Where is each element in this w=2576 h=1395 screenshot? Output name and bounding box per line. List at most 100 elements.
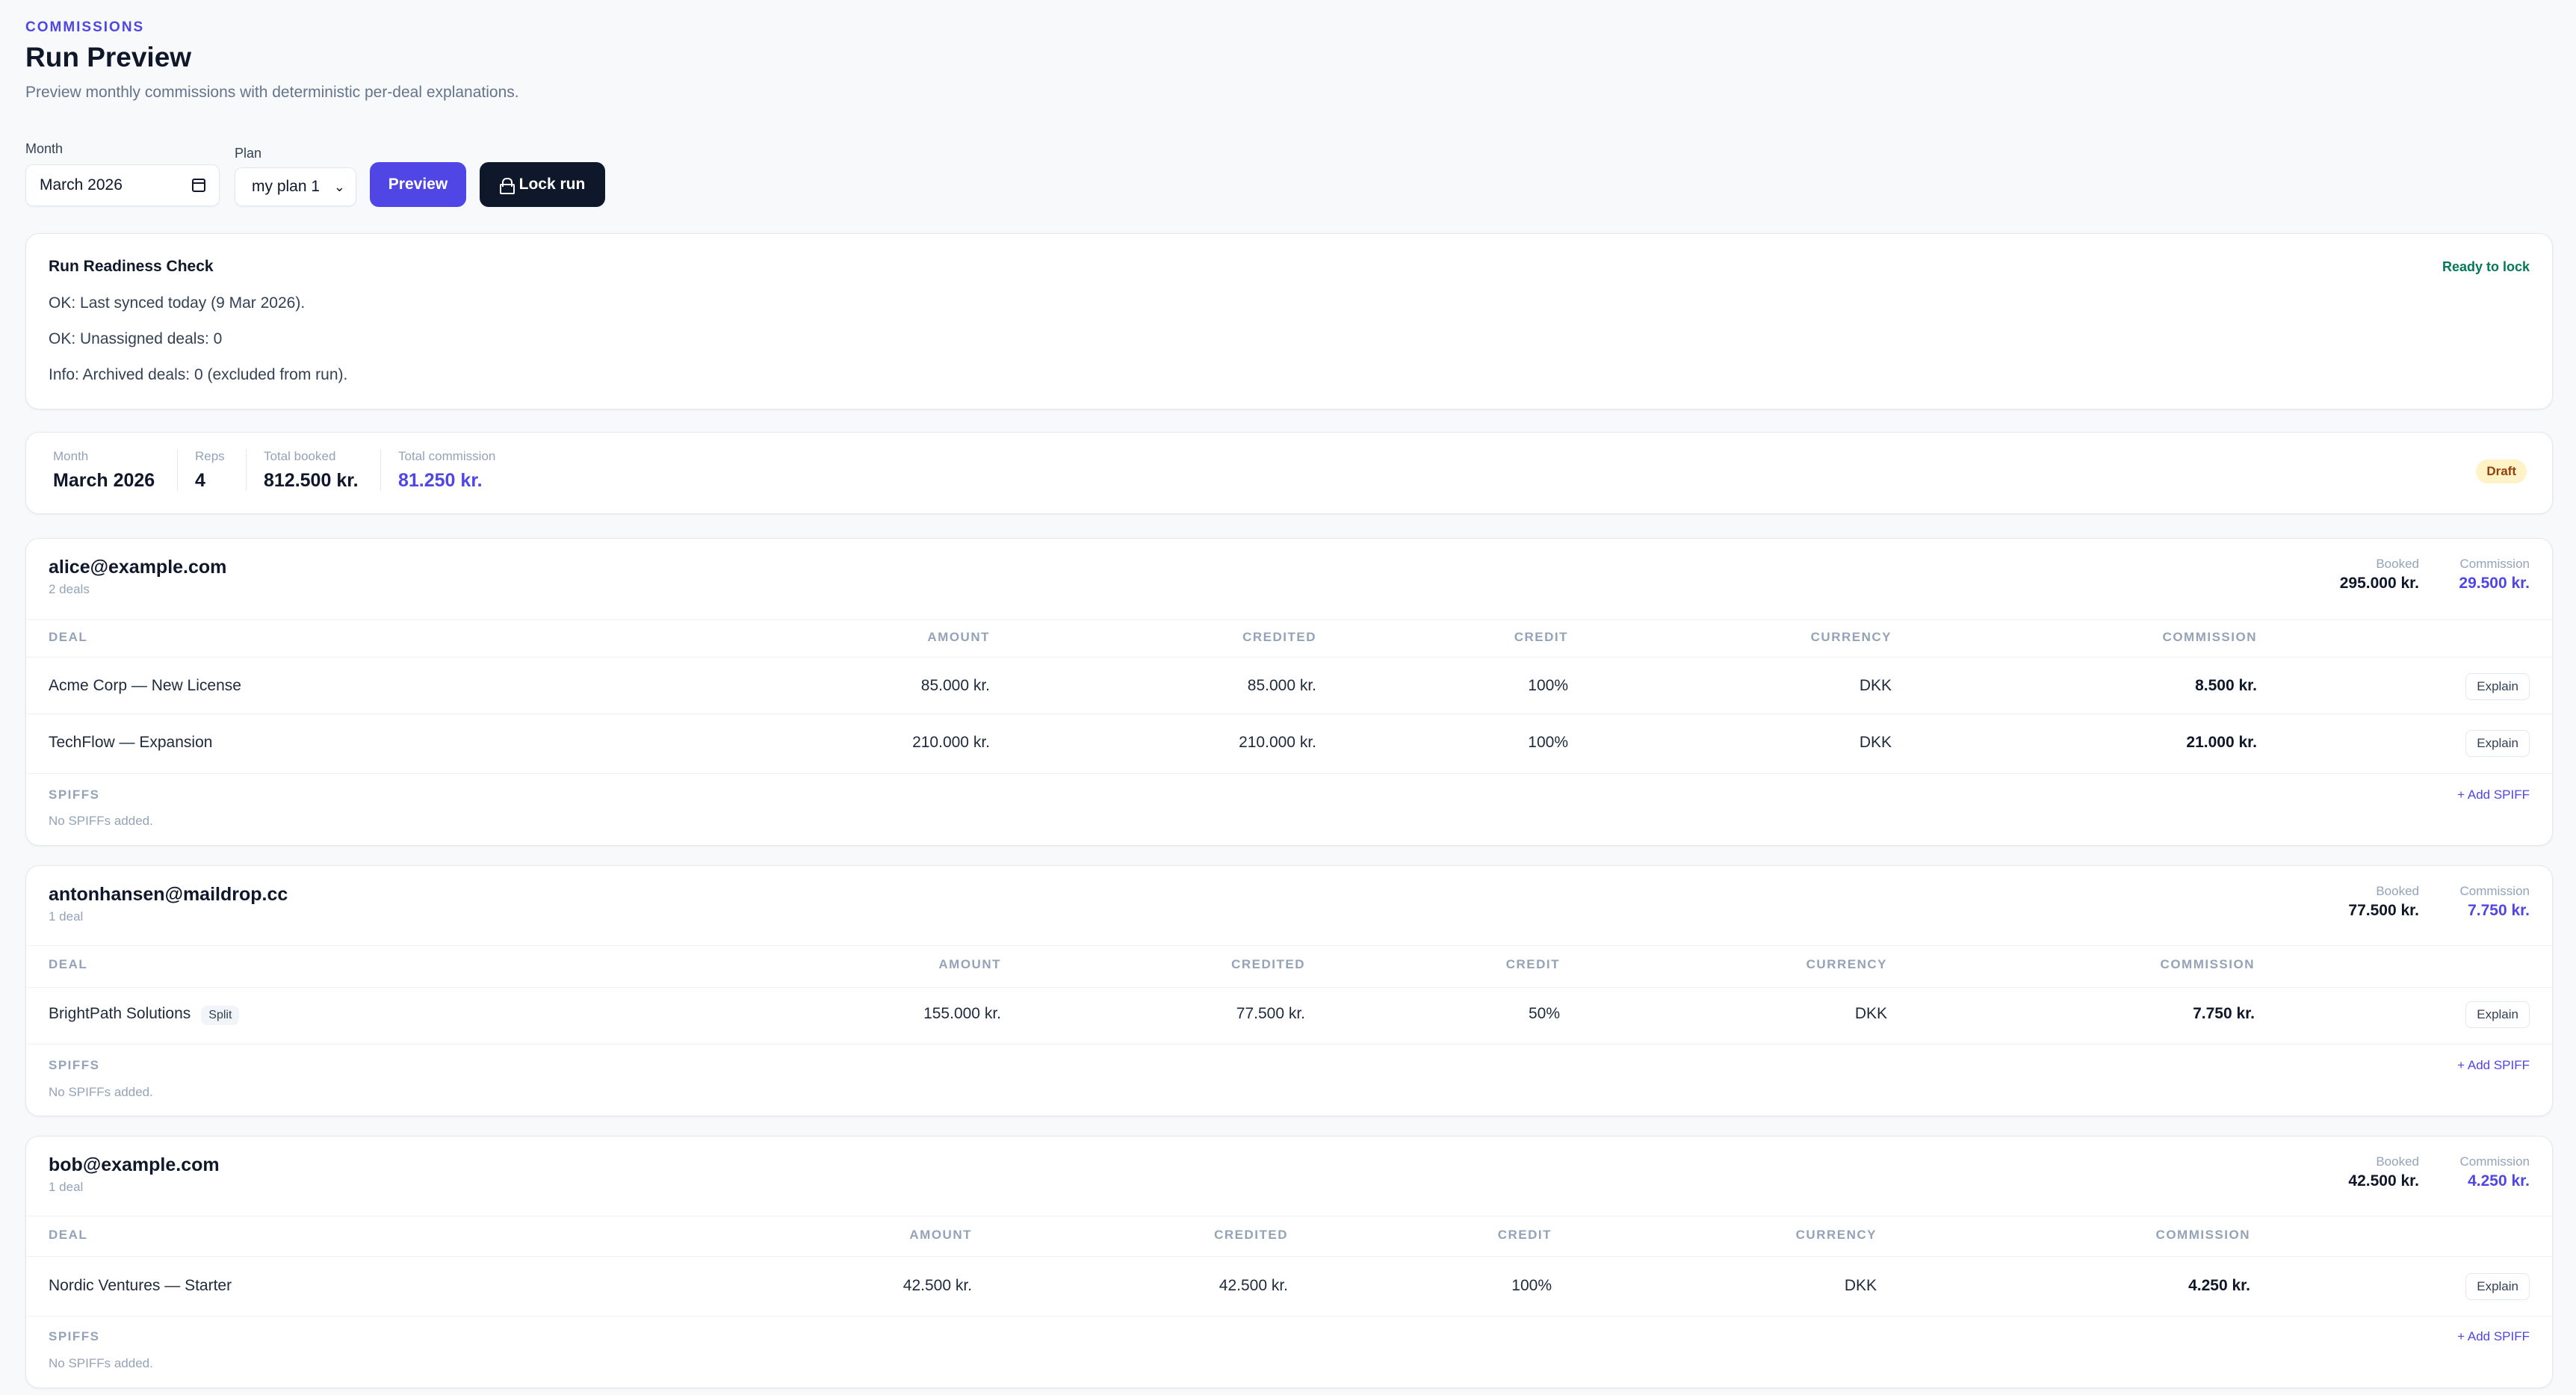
summary-month-label: Month [53,449,89,463]
deal-credit: 100% [1511,1277,1552,1294]
rep-booked-total: Booked 295.000 kr. [2340,557,2419,593]
rep-email: bob@example.com [49,1154,220,1175]
column-header-credit: CREDIT [1514,630,1568,644]
column-header-currency: CURRENCY [1810,630,1892,644]
spiffs-heading: SPIFFS [49,788,100,802]
month-label: Month [25,141,64,156]
preview-button[interactable]: Preview [370,162,466,207]
readiness-line: OK: Last synced today (9 Mar 2026). [49,294,306,312]
column-header-deal: DEAL [49,1228,88,1242]
summary-reps: Reps 4 [195,449,225,492]
summary-reps-value: 4 [195,470,205,491]
month-picker-value: March 2026 [40,176,123,194]
divider [26,945,2552,946]
split-badge: Split [201,1006,240,1025]
explain-button[interactable]: Explain [2465,1001,2530,1028]
rep-email: alice@example.com [49,557,227,578]
rep-email: antonhansen@maildrop.cc [49,884,288,905]
deal-commission: 8.500 kr. [2195,677,2257,694]
rep-booked-label: Booked [2376,557,2419,571]
add-spiff-link[interactable]: + Add SPIFF [2457,1329,2530,1344]
rep-card: bob@example.com 1 deal Booked 42.500 kr.… [25,1136,2553,1388]
divider [26,657,2552,658]
spiffs-empty-text: No SPIFFs added. [49,1085,153,1099]
summary-month-value: March 2026 [53,470,155,491]
spiffs-heading: SPIFFS [49,1329,100,1343]
spiffs-heading: SPIFFS [49,1058,100,1072]
column-header-amount: AMOUNT [927,630,990,644]
deal-credited: 85.000 kr. [1247,677,1316,694]
page-title: Run Preview [25,42,192,72]
summary-card: Month March 2026 Reps 4 Total booked 812… [25,432,2553,514]
add-spiff-link[interactable]: + Add SPIFF [2457,788,2530,802]
deal-commission: 7.750 kr. [2193,1005,2255,1022]
divider [26,619,2552,620]
rep-card: antonhansen@maildrop.cc 1 deal Booked 77… [25,865,2553,1116]
deal-credit: 50% [1528,1005,1560,1022]
rep-deal-count: 1 deal [49,909,84,924]
lock-run-button[interactable]: Lock run [480,162,605,207]
rep-commission-total: Commission 4.250 kr. [2459,1154,2530,1190]
column-header-deal: DEAL [49,957,88,971]
summary-booked: Total booked 812.500 kr. [264,449,359,492]
divider [26,773,2552,774]
column-header-commission: COMMISSION [2162,630,2257,644]
deal-amount: 155.000 kr. [923,1005,1001,1022]
column-header-commission: COMMISSION [2160,957,2255,971]
column-header-credited: CREDITED [1242,630,1316,644]
summary-reps-label: Reps [195,449,225,463]
spiffs-empty-text: No SPIFFs added. [49,1356,153,1370]
explain-button[interactable]: Explain [2465,673,2530,700]
deal-currency: DKK [1859,734,1892,751]
deal-amount: 210.000 kr. [912,734,990,751]
lock-run-button-label: Lock run [518,176,586,193]
plan-select[interactable]: my plan 1 ⌄ [235,167,356,206]
rep-commission-value: 29.500 kr. [2459,575,2530,592]
readiness-card: Run Readiness Check Ready to lock OK: La… [25,233,2553,409]
spiffs-empty-text: No SPIFFs added. [49,814,153,828]
rep-booked-value: 295.000 kr. [2339,575,2419,592]
readiness-title: Run Readiness Check [49,258,214,275]
deal-amount: 85.000 kr. [920,677,990,694]
deal-currency: DKK [1854,1005,1887,1022]
explain-button[interactable]: Explain [2465,730,2530,757]
column-header-credit: CREDIT [1505,957,1560,971]
summary-divider [380,449,381,491]
chevron-down-icon: ⌄ [333,179,345,194]
calendar-icon[interactable] [192,179,205,192]
summary-divider [177,449,178,491]
rep-commission-label: Commission [2459,557,2530,571]
rep-commission-total: Commission 7.750 kr. [2459,884,2530,920]
readiness-line: Info: Archived deals: 0 (excluded from r… [49,366,348,383]
divider [26,1256,2552,1257]
rep-commission-value: 7.750 kr. [2468,902,2530,919]
summary-commission-label: Total commission [398,449,496,463]
rep-booked-total: Booked 42.500 kr. [2348,1154,2419,1190]
page-subtitle: Preview monthly commissions with determi… [25,84,519,101]
column-header-currency: CURRENCY [1806,957,1887,971]
readiness-line: OK: Unassigned deals: 0 [49,330,223,347]
explain-button[interactable]: Explain [2465,1273,2530,1300]
plan-label: Plan [235,146,262,161]
deal-name: Nordic Ventures — Starter [49,1277,232,1294]
run-preview-page: COMMISSIONS Run Preview Preview monthly … [0,0,2576,1395]
column-header-amount: AMOUNT [909,1228,972,1242]
divider [26,1316,2552,1317]
summary-month: Month March 2026 [53,449,155,492]
rep-booked-label: Booked [2376,1154,2419,1169]
month-picker[interactable]: March 2026 [25,164,220,206]
rep-deal-count: 2 deals [49,582,90,596]
rep-deal-count: 1 deal [49,1180,84,1194]
deal-name: BrightPath Solutions [49,1005,191,1022]
divider [26,1044,2552,1045]
column-header-credited: CREDITED [1214,1228,1288,1242]
status-badge: Draft [2476,460,2527,483]
add-spiff-link[interactable]: + Add SPIFF [2457,1058,2530,1073]
column-header-amount: AMOUNT [938,957,1001,971]
rep-commission-label: Commission [2459,1154,2530,1169]
column-header-credited: CREDITED [1231,957,1305,971]
rep-commission-label: Commission [2459,884,2530,898]
rep-booked-value: 42.500 kr. [2348,1172,2419,1190]
deal-credited: 77.500 kr. [1236,1005,1305,1022]
deal-name: Acme Corp — New License [49,677,241,694]
